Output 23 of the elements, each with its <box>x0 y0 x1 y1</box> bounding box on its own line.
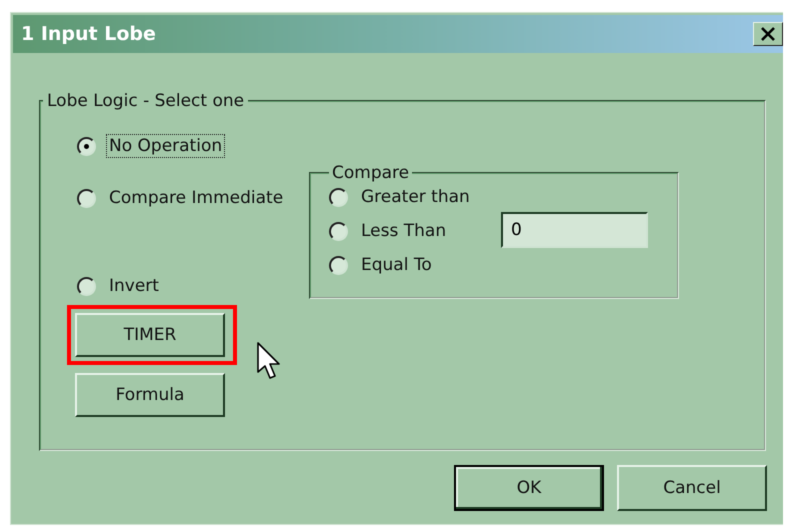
radio-label: Less Than <box>360 220 448 243</box>
radio-label: Invert <box>108 275 160 298</box>
radio-button[interactable] <box>329 256 348 274</box>
radio-label: Greater than <box>360 186 471 209</box>
value-field[interactable]: 0 <box>501 212 648 248</box>
group-title: Lobe Logic - Select one <box>46 91 246 111</box>
radio-label: No Operation <box>106 134 226 158</box>
cancel-button[interactable]: Cancel <box>617 465 767 511</box>
radio-button[interactable] <box>77 276 96 296</box>
radio-label: Equal To <box>360 254 433 277</box>
radio-button[interactable] <box>329 188 348 206</box>
action-button[interactable]: TIMER <box>75 313 225 357</box>
radio-button[interactable] <box>77 188 96 208</box>
window-title: 1 Input Lobe <box>21 23 156 45</box>
close-button[interactable] <box>753 22 783 46</box>
radio-button[interactable] <box>77 136 96 156</box>
mouse-pointer-icon <box>256 341 282 381</box>
ok-button[interactable]: OK <box>454 465 604 511</box>
radio-label: Compare Immediate <box>108 187 284 210</box>
close-icon <box>759 26 777 42</box>
radio-button[interactable] <box>329 222 348 240</box>
action-button[interactable]: Formula <box>75 373 225 417</box>
group-title: Compare <box>331 163 410 183</box>
